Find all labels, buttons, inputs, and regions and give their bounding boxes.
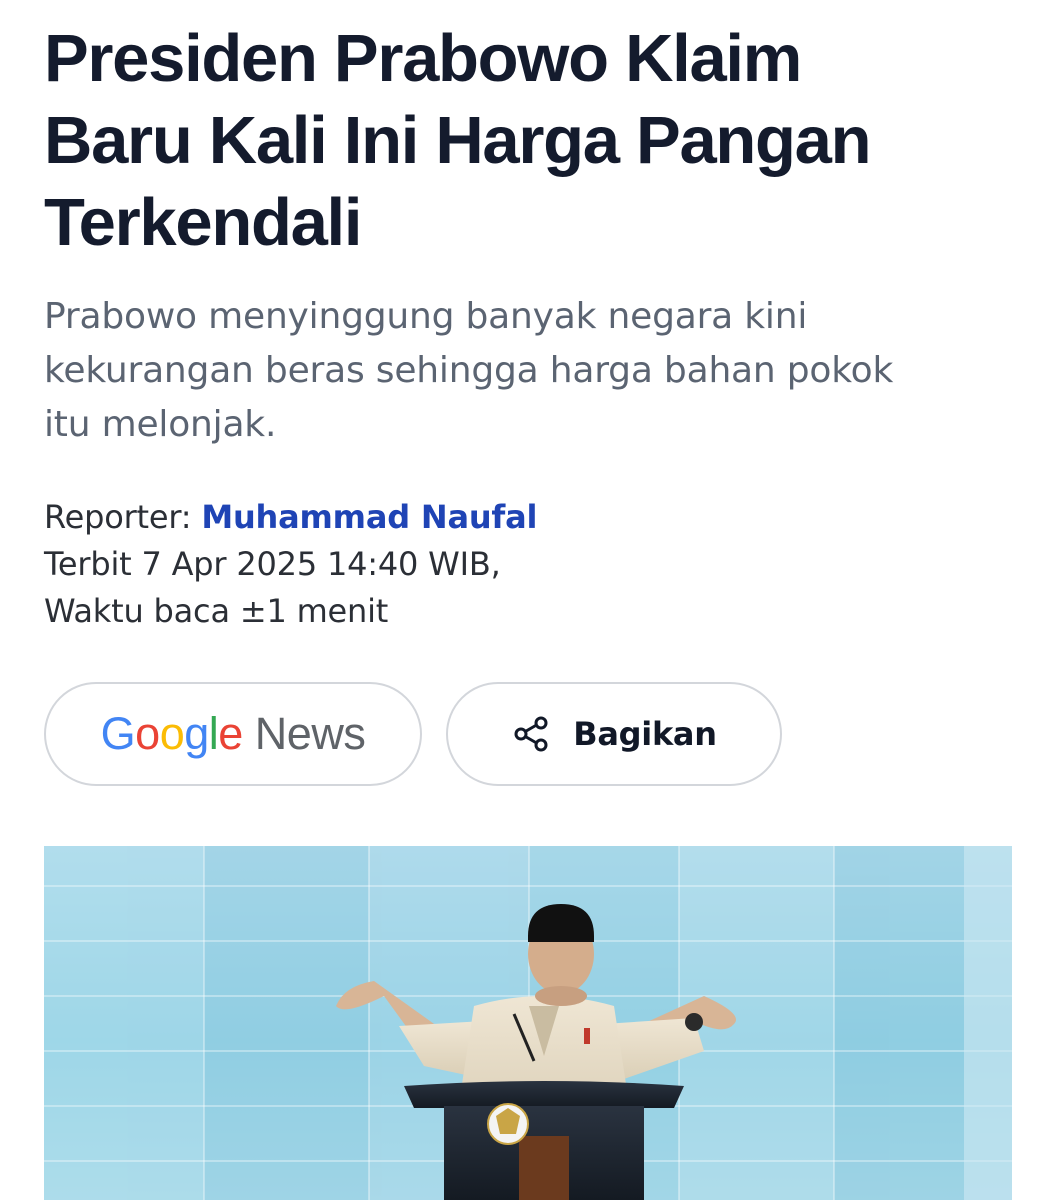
reporter-label: Reporter: — [44, 498, 192, 536]
google-letter: g — [184, 708, 209, 759]
share-label: Bagikan — [573, 715, 717, 753]
lead-line: Prabowo menyinggung banyak negara kini — [44, 296, 808, 337]
article-photo[interactable] — [44, 846, 1012, 1200]
headline-line: Presiden Prabowo Klaim — [44, 21, 802, 96]
reporter-line: Reporter: Muhammad Naufal — [44, 494, 944, 541]
article-lead: Prabowo menyinggung banyak negara kini k… — [44, 290, 1004, 452]
share-nodes-icon — [511, 714, 551, 754]
google-letter: G — [100, 708, 136, 759]
article-meta: Reporter: Muhammad Naufal Terbit 7 Apr 2… — [44, 494, 944, 635]
lead-line: itu melonjak. — [44, 404, 277, 445]
google-letter: o — [159, 708, 185, 759]
lead-line: kekurangan beras sehingga harga bahan po… — [44, 350, 894, 391]
google-wordmark: Google — [100, 708, 244, 760]
read-time: Waktu baca ±1 menit — [44, 592, 389, 630]
article-headline: Presiden Prabowo Klaim Baru Kali Ini Har… — [44, 18, 1012, 264]
publish-date: Terbit 7 Apr 2025 14:40 WIB, — [44, 545, 501, 583]
article: Presiden Prabowo Klaim Baru Kali Ini Har… — [44, 0, 1012, 1200]
google-news-button[interactable]: Google News — [44, 682, 422, 786]
google-news-logo: Google News — [101, 708, 366, 760]
headline-line: Terkendali — [44, 185, 362, 260]
reporter-link[interactable]: Muhammad Naufal — [201, 498, 537, 536]
share-button[interactable]: Bagikan — [446, 682, 782, 786]
headline-line: Baru Kali Ini Harga Pangan — [44, 103, 872, 178]
google-letter: l — [208, 708, 219, 759]
news-word: News — [254, 708, 366, 759]
google-letter: o — [135, 708, 160, 759]
google-letter: e — [218, 708, 243, 759]
